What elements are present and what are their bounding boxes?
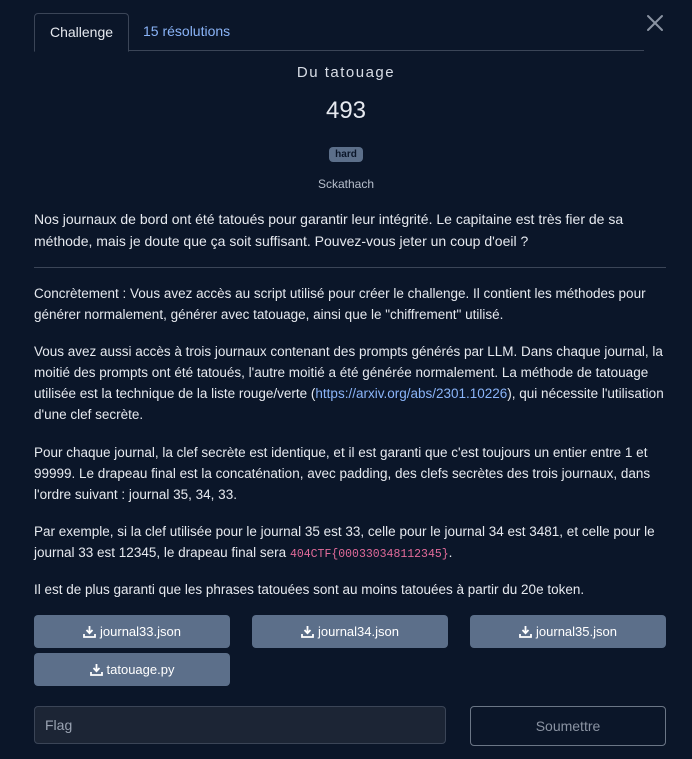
file-name: journal35.json [536, 624, 617, 639]
file-name: tatouage.py [106, 662, 175, 677]
close-icon[interactable] [646, 14, 664, 32]
file-name: journal34.json [318, 624, 399, 639]
download-icon [89, 664, 103, 676]
download-icon [83, 626, 96, 638]
flag-example-code: 404CTF{000330348112345} [289, 548, 449, 561]
description-paragraph-4: Par exemple, si la clef utilisée pour le… [34, 521, 666, 565]
flag-input[interactable] [34, 706, 446, 744]
description-paragraph-3: Pour chaque journal, la clef secrète est… [34, 445, 651, 502]
divider [34, 267, 666, 268]
download-tatouage-button[interactable]: tatouage.py [34, 653, 230, 686]
description-paragraph-2: Vous avez aussi accès à trois journaux c… [34, 341, 666, 425]
challenge-points: 493 [325, 97, 367, 124]
download-journal33-button[interactable]: journal33.json [34, 615, 230, 648]
tab-solves[interactable]: 15 résolutions [143, 13, 230, 50]
difficulty-badge: hard [329, 147, 363, 162]
tab-bar: Challenge 15 résolutions [34, 13, 644, 52]
download-journal34-button[interactable]: journal34.json [252, 615, 448, 648]
download-icon [519, 626, 532, 638]
challenge-author: Sckathach [317, 177, 375, 191]
download-journal35-button[interactable]: journal35.json [470, 615, 666, 648]
tab-challenge[interactable]: Challenge [34, 13, 129, 52]
paragraph-text: . [448, 545, 453, 560]
description-paragraph-5: Il est de plus garanti que les phrases t… [34, 582, 585, 597]
download-icon [301, 626, 314, 638]
challenge-title: Du tatouage [296, 64, 396, 81]
description-paragraph-1: Concrètement : Vous avez accès au script… [34, 286, 646, 322]
challenge-intro: Nos journaux de bord ont été tatoués pou… [34, 211, 624, 249]
arxiv-link[interactable]: https://arxiv.org/abs/2301.10226 [315, 386, 507, 401]
submit-button[interactable]: Soumettre [470, 706, 666, 746]
file-name: journal33.json [100, 624, 181, 639]
